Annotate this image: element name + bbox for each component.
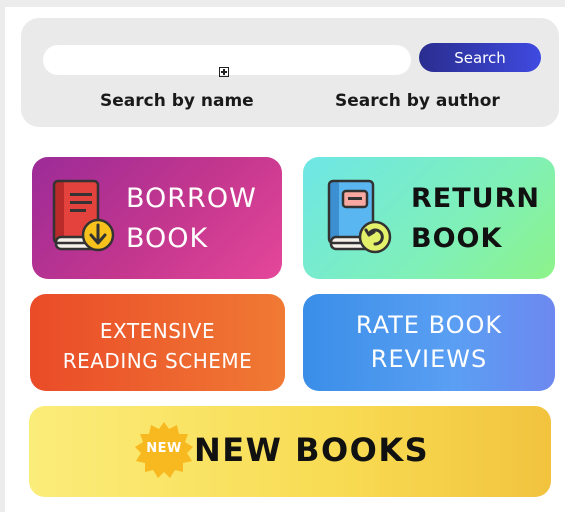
- extensive-reading-scheme-tile[interactable]: EXTENSIVE READING SCHEME: [30, 294, 285, 391]
- expand-toggle-icon[interactable]: [219, 67, 229, 77]
- rate-book-reviews-label: RATE BOOK REVIEWS: [355, 311, 503, 373]
- new-books-label: NEW BOOKS: [194, 431, 430, 469]
- search-by-author-option[interactable]: Search by author: [335, 91, 500, 111]
- extensive-reading-scheme-label: EXTENSIVE READING SCHEME: [62, 319, 253, 373]
- search-by-name-option[interactable]: Search by name: [100, 91, 254, 111]
- return-book-label: RETURN BOOK: [411, 183, 540, 254]
- app-page: Search Search by name Search by author B…: [5, 7, 565, 512]
- new-badge-label: NEW: [146, 441, 182, 456]
- borrow-book-tile[interactable]: BORROW BOOK: [32, 157, 282, 279]
- search-panel: Search Search by name Search by author: [21, 18, 559, 127]
- book-return-icon: [327, 179, 392, 254]
- rate-book-reviews-tile[interactable]: RATE BOOK REVIEWS: [303, 294, 555, 391]
- return-book-tile[interactable]: RETURN BOOK: [303, 157, 555, 279]
- search-button[interactable]: Search: [419, 43, 541, 72]
- new-books-tile[interactable]: NEW NEW BOOKS: [29, 406, 551, 497]
- borrow-book-label: BORROW BOOK: [126, 183, 257, 254]
- book-download-icon: [52, 179, 115, 252]
